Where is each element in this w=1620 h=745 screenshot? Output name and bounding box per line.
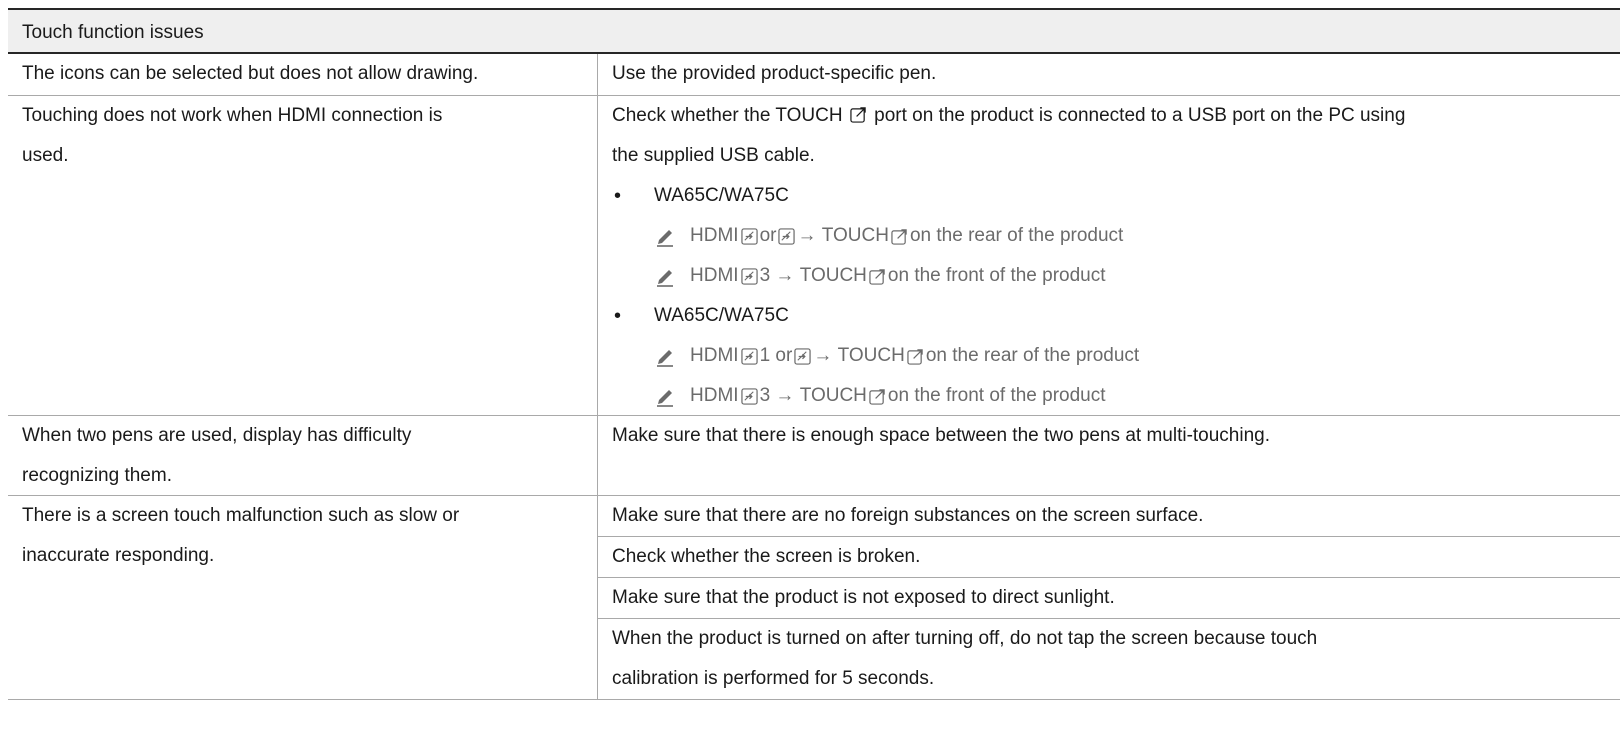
table-row: The icons can be selected but does not a…	[8, 54, 1620, 96]
hdmi-keyword: HDMI	[690, 265, 739, 286]
issue-line: recognizing them.	[22, 465, 172, 486]
model-bullet: • WA65C/WA75C	[612, 296, 1606, 336]
solution-subrow: Make sure that the product is not expose…	[598, 578, 1620, 619]
solution-subrow: Check whether the screen is broken.	[598, 537, 1620, 578]
note-text: or	[759, 225, 777, 246]
arrow-icon: →	[797, 225, 817, 246]
troubleshooting-table: Touch function issues The icons can be s…	[8, 8, 1620, 700]
issue-line: used.	[22, 145, 69, 166]
note-text: on the front of the product	[887, 385, 1106, 406]
touch-keyword: TOUCH	[837, 345, 905, 366]
output-port-icon	[869, 388, 886, 405]
table-row: Touching does not work when HDMI connect…	[8, 96, 1620, 416]
solution-text: port on the product is connected to a US…	[874, 105, 1406, 126]
solution-subrow: When the product is turned on after turn…	[598, 619, 1620, 699]
solution-cell: Make sure that there is enough space bet…	[612, 425, 1271, 446]
pencil-icon	[654, 345, 676, 367]
issue-cell: When two pens are used, display has diff…	[8, 416, 598, 495]
hdmi-keyword: HDMI	[690, 225, 739, 246]
issue-line: Touching does not work when HDMI connect…	[22, 105, 443, 126]
port-number: 3	[759, 265, 771, 286]
note-line: HDMI 1 or → TOUCH on the rear of the pro…	[612, 336, 1606, 376]
section-header: Touch function issues	[8, 8, 1620, 54]
note-text: on the front of the product	[887, 265, 1106, 286]
pencil-icon	[654, 385, 676, 407]
bullet-icon: •	[614, 185, 622, 207]
model-name: WA65C/WA75C	[654, 185, 789, 206]
bullet-icon: •	[614, 305, 622, 327]
hdmi-keyword: HDMI	[690, 385, 739, 406]
issue-line: When two pens are used, display has diff…	[22, 425, 412, 446]
model-bullet: • WA65C/WA75C	[612, 176, 1606, 216]
solution-cell: Check whether the TOUCH port on the prod…	[598, 96, 1620, 415]
solution-text: Check whether the	[612, 105, 771, 126]
solution-line: calibration is performed for 5 seconds.	[612, 668, 935, 689]
issue-cell: Touching does not work when HDMI connect…	[8, 96, 598, 415]
arrow-icon: →	[813, 345, 833, 366]
model-name: WA65C/WA75C	[654, 305, 789, 326]
input-port-icon	[741, 388, 758, 405]
issue-cell: There is a screen touch malfunction such…	[8, 496, 598, 699]
port-number: 1	[759, 345, 771, 366]
input-port-icon	[741, 268, 758, 285]
touch-keyword: TOUCH	[821, 225, 889, 246]
note-text: on the rear of the product	[909, 225, 1124, 246]
solution-line: When the product is turned on after turn…	[612, 628, 1318, 649]
note-text: or	[775, 345, 793, 366]
table-row: There is a screen touch malfunction such…	[8, 496, 1620, 700]
issue-line: inaccurate responding.	[22, 545, 215, 566]
input-port-icon	[794, 348, 811, 365]
solution-cell: Make sure that there are no foreign subs…	[598, 496, 1620, 699]
pencil-icon	[654, 225, 676, 247]
output-port-icon	[869, 268, 886, 285]
touch-keyword: TOUCH	[775, 105, 843, 126]
touch-keyword: TOUCH	[799, 265, 867, 286]
output-port-icon	[891, 228, 908, 245]
solution-subrow: Make sure that there are no foreign subs…	[598, 496, 1620, 537]
note-line: HDMI 3 → TOUCH on the front of the produ…	[612, 376, 1606, 416]
input-port-icon	[741, 228, 758, 245]
note-text: on the rear of the product	[925, 345, 1140, 366]
table-row: When two pens are used, display has diff…	[8, 416, 1620, 496]
output-port-icon	[850, 106, 867, 123]
solution-line: the supplied USB cable.	[612, 145, 815, 166]
solution-cell: Use the provided product-specific pen.	[612, 63, 937, 84]
solution-line: Check whether the TOUCH port on the prod…	[612, 96, 1606, 136]
port-number: 3	[759, 385, 771, 406]
input-port-icon	[741, 348, 758, 365]
input-port-icon	[778, 228, 795, 245]
touch-keyword: TOUCH	[799, 385, 867, 406]
arrow-icon: →	[775, 385, 795, 406]
issue-cell: The icons can be selected but does not a…	[8, 54, 598, 95]
note-line: HDMI or → TOUCH on the rear of the produ…	[612, 216, 1606, 256]
issue-line: There is a screen touch malfunction such…	[22, 505, 460, 526]
note-line: HDMI 3 → TOUCH on the front of the produ…	[612, 256, 1606, 296]
output-port-icon	[907, 348, 924, 365]
hdmi-keyword: HDMI	[690, 345, 739, 366]
arrow-icon: →	[775, 265, 795, 286]
pencil-icon	[654, 265, 676, 287]
